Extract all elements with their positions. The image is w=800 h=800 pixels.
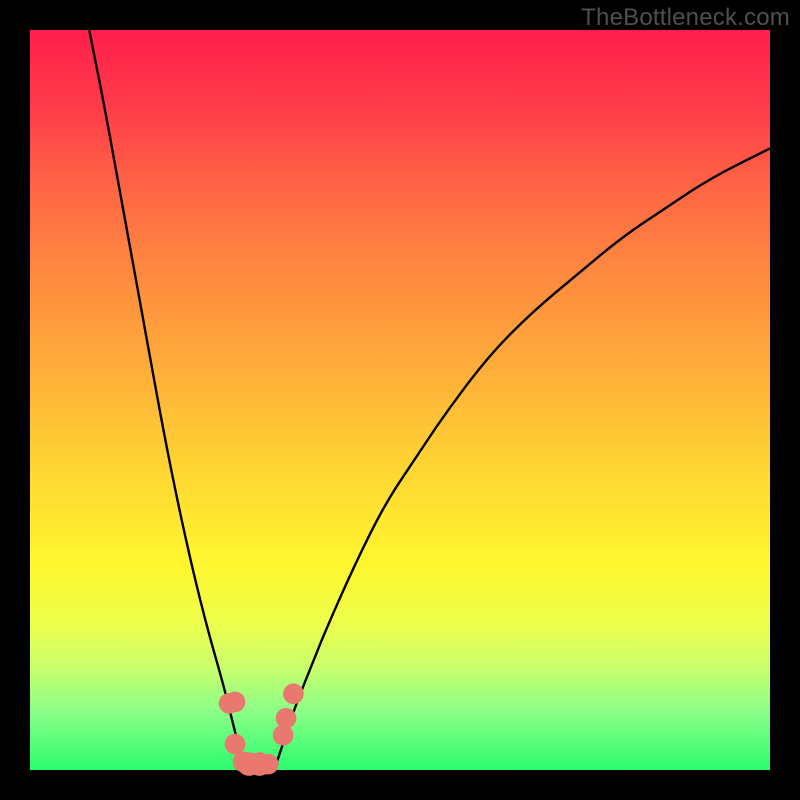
marker-dot: [225, 692, 246, 713]
marker-dot: [225, 734, 246, 755]
curve-left-branch: [89, 30, 244, 770]
marker-dot: [283, 683, 304, 704]
plot-area: [30, 30, 770, 770]
watermark-text: TheBottleneck.com: [581, 4, 790, 32]
marker-dot: [258, 754, 279, 775]
curve-right-branch: [274, 148, 770, 770]
marker-group: [219, 683, 304, 775]
chart-frame: TheBottleneck.com: [0, 0, 800, 800]
marker-dot: [276, 708, 297, 729]
chart-svg: [30, 30, 770, 770]
